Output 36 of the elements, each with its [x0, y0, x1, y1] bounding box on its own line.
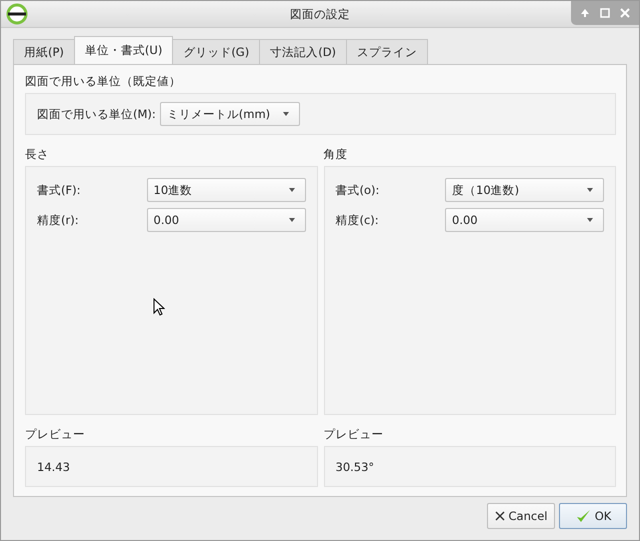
preview-value: 14.43 — [37, 460, 70, 474]
caret-icon — [288, 188, 294, 192]
mouse-pointer-icon — [153, 298, 165, 316]
caret-icon — [288, 218, 294, 222]
app-logo-icon — [6, 3, 28, 25]
tab[interactable]: 寸法記入(D) — [259, 39, 348, 64]
caret-icon — [587, 188, 593, 192]
section-heading: 図面で用いる単位（既定値） — [25, 74, 182, 89]
section-heading: 角度 — [324, 147, 348, 162]
dropdown[interactable]: 度（10進数) — [445, 178, 604, 202]
dropdown[interactable]: 10進数 — [146, 178, 306, 202]
field-label: 精度(c): — [336, 212, 379, 228]
close-icon[interactable] — [618, 6, 632, 20]
field-label: 書式(o): — [336, 182, 380, 198]
tab[interactable]: 単位・書式(U) — [74, 36, 174, 64]
section-heading: プレビュー — [25, 427, 86, 442]
section-heading: プレビュー — [324, 427, 384, 442]
caret-icon — [587, 218, 593, 222]
close-icon — [494, 511, 505, 521]
tab[interactable]: グリッド(G) — [172, 39, 260, 64]
field-label: 図面で用いる単位(M): — [37, 106, 156, 122]
section-heading: 長さ — [25, 147, 50, 162]
window-title: 図面の設定 — [290, 6, 350, 22]
preview-value: 30.53° — [336, 460, 374, 474]
dropdown[interactable]: 0.00 — [445, 208, 604, 232]
tab[interactable]: 用紙(P) — [13, 39, 75, 64]
cancel-button[interactable]: Cancel — [487, 503, 555, 529]
tab[interactable]: スプライン — [346, 39, 428, 64]
field-label: 精度(r): — [37, 212, 79, 228]
dropdown[interactable]: ミリメートル(mm) — [160, 102, 300, 126]
maximize-icon[interactable] — [598, 6, 612, 20]
caret-icon — [282, 112, 289, 116]
field-label: 書式(F): — [37, 182, 80, 198]
ok-button[interactable]: OK — [559, 503, 627, 529]
dropdown[interactable]: 0.00 — [146, 208, 306, 232]
checkmark-icon — [574, 508, 591, 524]
